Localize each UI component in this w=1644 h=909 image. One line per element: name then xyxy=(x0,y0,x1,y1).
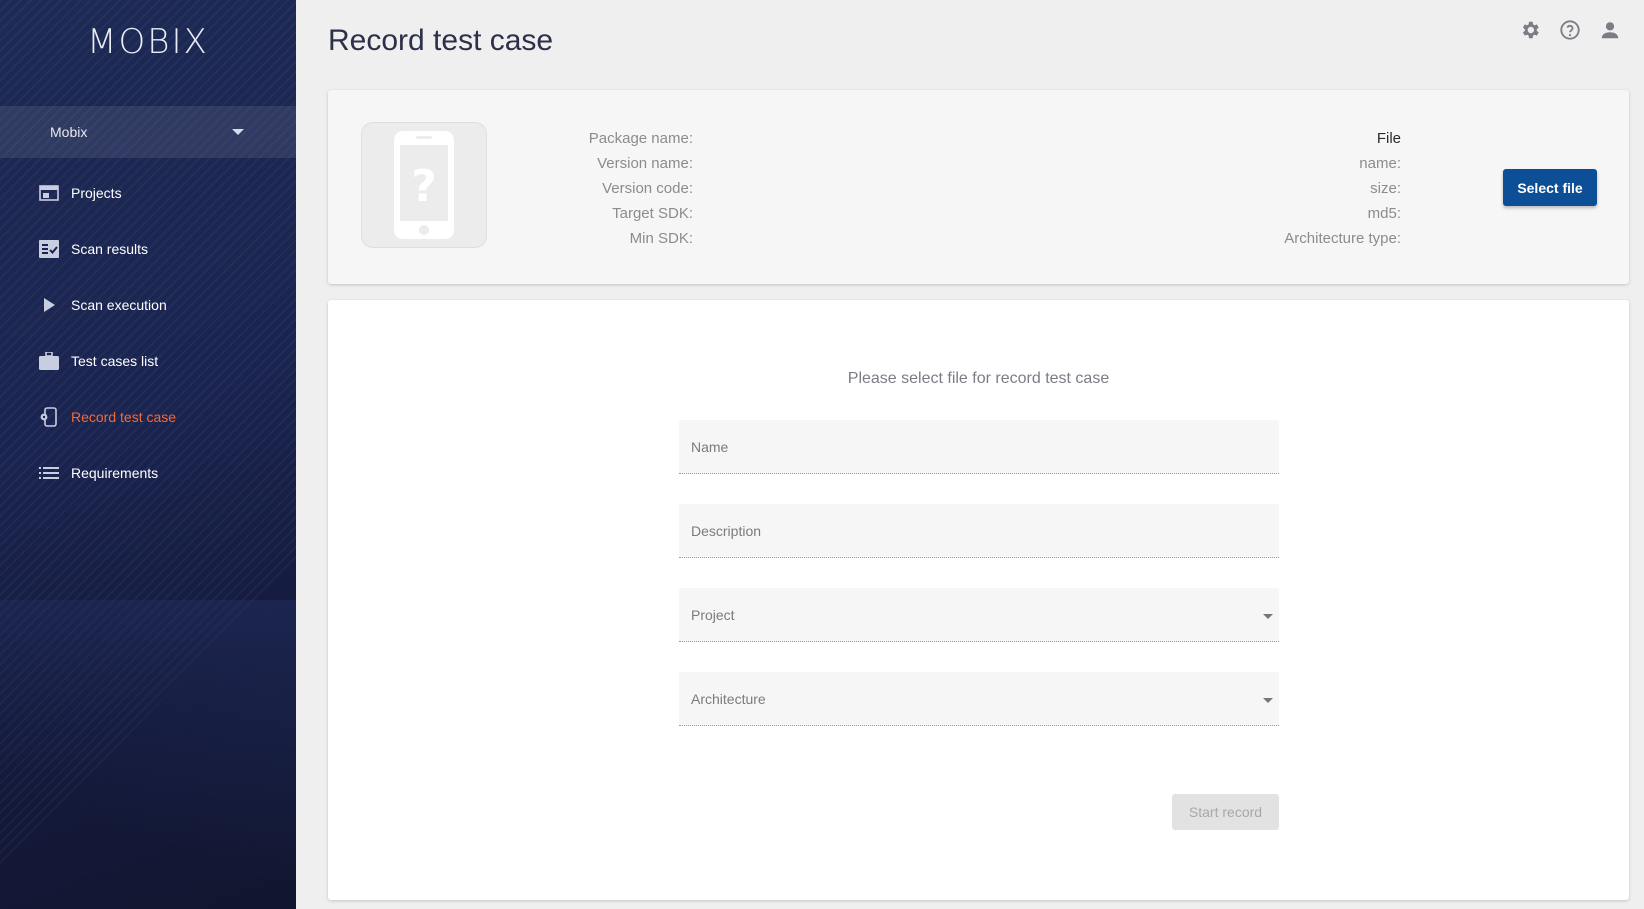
chevron-down-icon xyxy=(1263,698,1273,703)
sidebar-nav: Projects Scan results Scan execution Tes… xyxy=(0,165,296,501)
architecture-select-label: Architecture xyxy=(691,690,766,707)
file-metadata-labels: File name: size: md5: Architecture type: xyxy=(1068,126,1401,251)
sidebar-shade xyxy=(0,600,296,909)
user-icon[interactable] xyxy=(1598,18,1622,42)
form-hint: Please select file for record test case xyxy=(847,370,1110,387)
name-field[interactable] xyxy=(679,420,1279,474)
project-select-label: Project xyxy=(691,606,735,623)
scan-results-icon xyxy=(38,238,60,260)
briefcase-icon xyxy=(38,350,60,372)
project-select[interactable]: Project xyxy=(679,588,1279,642)
header-actions xyxy=(1518,18,1622,42)
sidebar-item-test-cases-list[interactable]: Test cases list xyxy=(0,333,296,389)
name-input[interactable] xyxy=(691,420,1279,473)
architecture-select[interactable]: Architecture xyxy=(679,672,1279,726)
help-icon[interactable] xyxy=(1558,18,1582,42)
sidebar: MOBIX Mobix Projects Scan results Scan e… xyxy=(0,0,296,909)
select-file-button[interactable]: Select file xyxy=(1503,169,1597,206)
gear-icon[interactable] xyxy=(1518,18,1542,42)
app-logo: MOBIX xyxy=(87,22,209,62)
min-sdk-label: Min SDK: xyxy=(629,230,693,247)
sidebar-item-requirements[interactable]: Requirements xyxy=(0,445,296,501)
file-info-card: ? Package name: Version name: Version co… xyxy=(328,90,1629,284)
architecture-type-label: Architecture type: xyxy=(1284,230,1401,247)
version-name-label: Version name: xyxy=(597,155,693,172)
sidebar-item-label: Scan results xyxy=(71,241,149,257)
app-metadata-labels: Package name: Version name: Version code… xyxy=(508,126,693,251)
app-placeholder-icon: ? xyxy=(361,122,487,248)
sidebar-item-label: Test cases list xyxy=(71,353,159,369)
sidebar-item-label: Scan execution xyxy=(71,297,167,313)
file-heading: File xyxy=(1376,130,1401,147)
list-icon xyxy=(38,462,60,484)
chevron-down-icon xyxy=(1263,614,1273,619)
sidebar-item-projects[interactable]: Projects xyxy=(0,165,296,221)
record-form-card: Please select file for record test case … xyxy=(328,300,1629,900)
description-field[interactable] xyxy=(679,504,1279,558)
workspace-selector[interactable]: Mobix xyxy=(0,106,296,158)
page-title: Record test case xyxy=(328,24,554,57)
svg-text:?: ? xyxy=(411,161,437,212)
sidebar-item-scan-results[interactable]: Scan results xyxy=(0,221,296,277)
file-name-label: name: xyxy=(1359,155,1401,172)
sidebar-item-label: Requirements xyxy=(71,465,159,481)
projects-icon xyxy=(38,182,60,204)
sidebar-item-label: Record test case xyxy=(71,409,177,425)
file-md5-label: md5: xyxy=(1367,205,1401,222)
play-icon xyxy=(38,294,60,316)
sidebar-item-record-test-case[interactable]: Record test case xyxy=(0,389,296,445)
workspace-label: Mobix xyxy=(50,124,88,140)
record-device-icon xyxy=(38,406,60,428)
version-code-label: Version code: xyxy=(602,180,693,197)
start-record-button[interactable]: Start record xyxy=(1172,794,1279,830)
description-input[interactable] xyxy=(691,504,1279,557)
chevron-down-icon xyxy=(232,129,244,135)
sidebar-item-label: Projects xyxy=(71,185,122,201)
file-size-label: size: xyxy=(1370,180,1401,197)
sidebar-item-scan-execution[interactable]: Scan execution xyxy=(0,277,296,333)
target-sdk-label: Target SDK: xyxy=(612,205,693,222)
package-name-label: Package name: xyxy=(588,130,693,147)
